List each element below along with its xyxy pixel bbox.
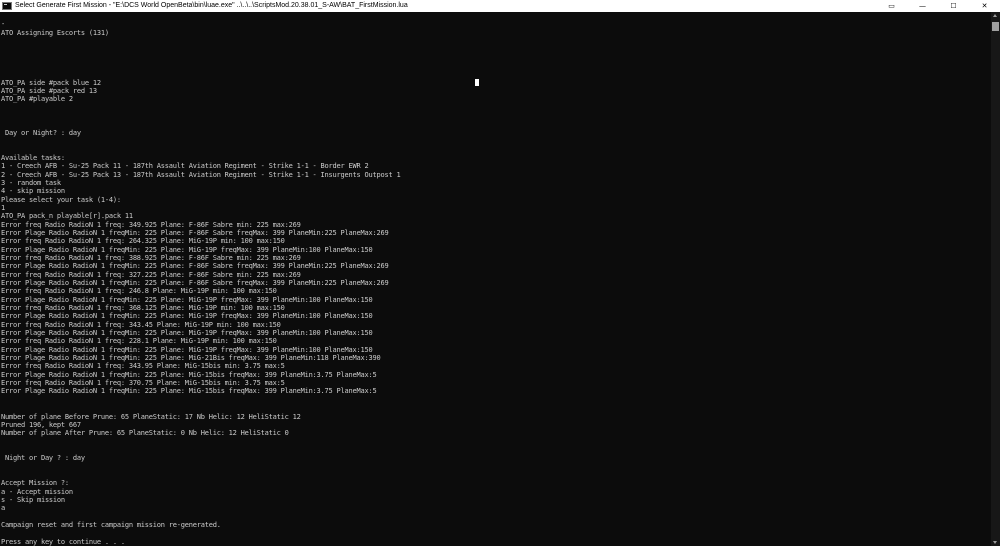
console-app-icon[interactable] bbox=[2, 2, 12, 10]
window-title: Select Generate First Mission - "E:\DCS … bbox=[15, 2, 408, 9]
console-line: Accept Mission ?: bbox=[1, 479, 69, 488]
console-line: Error Plage Radio RadioN 1 freqMin: 225 … bbox=[1, 370, 377, 379]
console-line: 3 - random task bbox=[1, 178, 61, 187]
window-controls: ▭ — ☐ ✕ bbox=[876, 0, 1000, 12]
console-line: Campaign reset and first campaign missio… bbox=[1, 520, 221, 529]
console-line: Number of plane After Prune: 65 PlaneSta… bbox=[1, 429, 289, 438]
console-line: Error Plage Radio RadioN 1 freqMin: 225 … bbox=[1, 329, 373, 338]
scroll-down-arrow-icon[interactable] bbox=[993, 541, 997, 544]
console-line: Error Plage Radio RadioN 1 freqMin: 225 … bbox=[1, 354, 381, 363]
console-line: ATO_PA side #pack red 13 bbox=[1, 87, 97, 96]
console-line: 1 bbox=[1, 203, 5, 212]
console-line: - bbox=[1, 20, 5, 29]
console-line: Error freq Radio RadioN 1 freq: 388.925 … bbox=[1, 253, 301, 262]
console-line: Error Plage Radio RadioN 1 freqMin: 225 … bbox=[1, 262, 389, 271]
console-line: a - Accept mission bbox=[1, 487, 73, 496]
console-line: 1 - Creech AFB - Su-25 Pack 11 - 187th A… bbox=[1, 162, 369, 171]
console-line: s - Skip mission bbox=[1, 495, 65, 504]
console-line: Error freq Radio RadioN 1 freq: 343.95 P… bbox=[1, 362, 285, 371]
console-line: Error Plage Radio RadioN 1 freqMin: 225 … bbox=[1, 295, 373, 304]
console-line: Error freq Radio RadioN 1 freq: 246.8 Pl… bbox=[1, 287, 277, 296]
console-line: Error Plage Radio RadioN 1 freqMin: 225 … bbox=[1, 228, 389, 237]
console-line: Number of plane Before Prune: 65 PlaneSt… bbox=[1, 412, 301, 421]
console-line: Error Plage Radio RadioN 1 freqMin: 225 … bbox=[1, 387, 377, 396]
console-line: Error freq Radio RadioN 1 freq: 370.75 P… bbox=[1, 379, 285, 388]
console-line: Error Plage Radio RadioN 1 freqMin: 225 … bbox=[1, 245, 373, 254]
console-line: Please select your task (1-4): bbox=[1, 195, 121, 204]
title-bar[interactable]: Select Generate First Mission - "E:\DCS … bbox=[0, 0, 1000, 12]
text-cursor bbox=[475, 79, 479, 86]
console-line: ATO Assigning Escorts (131) bbox=[1, 28, 109, 37]
console-line: a bbox=[1, 504, 5, 513]
console-output[interactable]: - ATO Assigning Escorts (131) ATO_PA side … bbox=[0, 12, 991, 546]
snap-layout-button[interactable]: ▭ bbox=[876, 0, 907, 12]
close-button[interactable]: ✕ bbox=[969, 0, 1000, 12]
console-line: Press any key to continue . . . bbox=[1, 537, 125, 546]
console-line: Error Plage Radio RadioN 1 freqMin: 225 … bbox=[1, 345, 373, 354]
console-line: Day or Night? : day bbox=[1, 128, 81, 137]
console-line: Error freq Radio RadioN 1 freq: 264.325 … bbox=[1, 237, 285, 246]
console-line: Error freq Radio RadioN 1 freq: 343.45 P… bbox=[1, 320, 281, 329]
console-line: Night or Day ? : day bbox=[1, 454, 85, 463]
console-line: Error freq Radio RadioN 1 freq: 349.925 … bbox=[1, 220, 301, 229]
console-line: ATO_PA side #pack blue 12 bbox=[1, 78, 101, 87]
console-line: ATO_PA pack_n playable[r].pack 11 bbox=[1, 212, 133, 221]
console-line: Error freq Radio RadioN 1 freq: 368.125 … bbox=[1, 304, 285, 313]
console-line: 4 - skip mission bbox=[1, 187, 65, 196]
scroll-thumb[interactable] bbox=[992, 22, 999, 31]
console-line: Error freq Radio RadioN 1 freq: 327.225 … bbox=[1, 270, 301, 279]
vertical-scrollbar[interactable] bbox=[991, 12, 1000, 546]
console-line: 2 - Creech AFB - Su-25 Pack 13 - 187th A… bbox=[1, 170, 401, 179]
minimize-button[interactable]: — bbox=[907, 0, 938, 12]
console-line: Error Plage Radio RadioN 1 freqMin: 225 … bbox=[1, 279, 389, 287]
console-line: Error freq Radio RadioN 1 freq: 228.1 Pl… bbox=[1, 337, 277, 346]
console-line: ATO_PA #playable 2 bbox=[1, 95, 73, 104]
console-line: Available tasks: bbox=[1, 153, 65, 162]
console-line: Error Plage Radio RadioN 1 freqMin: 225 … bbox=[1, 312, 373, 321]
scroll-up-arrow-icon[interactable] bbox=[993, 14, 997, 17]
maximize-button[interactable]: ☐ bbox=[938, 0, 969, 12]
console-line: Pruned 196, kept 667 bbox=[1, 420, 81, 429]
